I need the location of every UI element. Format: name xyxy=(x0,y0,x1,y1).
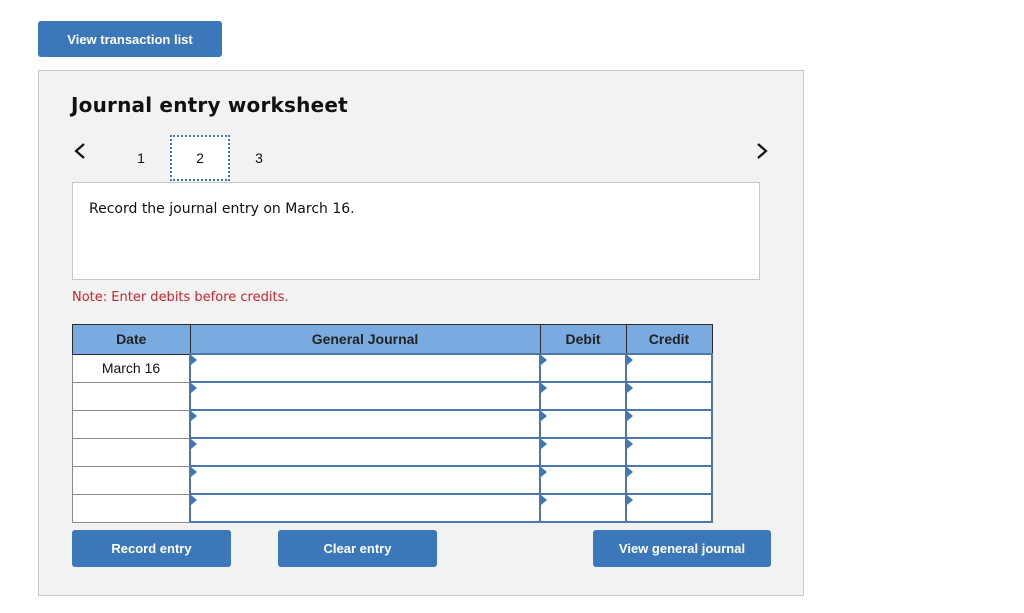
table-row xyxy=(72,409,713,439)
account-input[interactable] xyxy=(191,467,539,493)
debit-input-cell[interactable] xyxy=(539,381,627,411)
credit-input-cell[interactable] xyxy=(625,437,713,467)
table-row xyxy=(72,381,713,411)
debit-input-cell[interactable] xyxy=(539,465,627,495)
credit-input[interactable] xyxy=(627,355,711,381)
worksheet-title: Journal entry worksheet xyxy=(71,93,348,117)
dropdown-marker-icon xyxy=(191,495,197,505)
journal-table: Date General Journal Debit Credit March … xyxy=(72,324,713,523)
date-cell xyxy=(72,381,191,411)
credit-input[interactable] xyxy=(627,383,711,409)
header-general-journal: General Journal xyxy=(189,324,541,355)
page-tab-3[interactable]: 3 xyxy=(229,135,289,181)
account-input[interactable] xyxy=(191,355,539,381)
debit-input[interactable] xyxy=(541,355,625,381)
credit-input[interactable] xyxy=(627,439,711,465)
debit-input[interactable] xyxy=(541,411,625,437)
account-input[interactable] xyxy=(191,439,539,465)
account-input[interactable] xyxy=(191,383,539,409)
instruction-text: Record the journal entry on March 16. xyxy=(89,201,355,217)
dropdown-marker-icon xyxy=(627,439,633,449)
debit-input-cell[interactable] xyxy=(539,437,627,467)
date-cell xyxy=(72,437,191,467)
debit-input-cell[interactable] xyxy=(539,353,627,383)
page-tab-1[interactable]: 1 xyxy=(111,135,171,181)
debit-input[interactable] xyxy=(541,467,625,493)
journal-entry-worksheet-panel: Journal entry worksheet 1 2 3 Record the… xyxy=(38,70,804,596)
chevron-left-icon[interactable] xyxy=(73,141,87,161)
account-input-cell[interactable] xyxy=(189,381,541,411)
date-cell xyxy=(72,493,191,523)
dropdown-marker-icon xyxy=(541,495,547,505)
account-input-cell[interactable] xyxy=(189,437,541,467)
table-header-row: Date General Journal Debit Credit xyxy=(72,324,713,355)
dropdown-marker-icon xyxy=(191,467,197,477)
dropdown-marker-icon xyxy=(627,411,633,421)
table-row xyxy=(72,493,713,523)
dropdown-marker-icon xyxy=(541,467,547,477)
account-input[interactable] xyxy=(191,495,539,521)
table-row: March 16 xyxy=(72,353,713,383)
record-entry-button[interactable]: Record entry xyxy=(72,530,231,567)
dropdown-marker-icon xyxy=(627,467,633,477)
credit-input[interactable] xyxy=(627,411,711,437)
instruction-box: Record the journal entry on March 16. xyxy=(72,182,760,280)
page-tab-2[interactable]: 2 xyxy=(170,135,230,181)
account-input-cell[interactable] xyxy=(189,493,541,523)
date-cell xyxy=(72,465,191,495)
header-credit: Credit xyxy=(625,324,713,355)
dropdown-marker-icon xyxy=(191,383,197,393)
chevron-right-icon[interactable] xyxy=(755,141,769,161)
dropdown-marker-icon xyxy=(541,355,547,365)
view-general-journal-button[interactable]: View general journal xyxy=(593,530,771,567)
debit-input-cell[interactable] xyxy=(539,409,627,439)
credit-input[interactable] xyxy=(627,467,711,493)
account-input-cell[interactable] xyxy=(189,353,541,383)
view-transaction-list-button[interactable]: View transaction list xyxy=(38,21,222,57)
debit-input[interactable] xyxy=(541,439,625,465)
dropdown-marker-icon xyxy=(191,439,197,449)
debit-input[interactable] xyxy=(541,383,625,409)
credit-input[interactable] xyxy=(627,495,711,521)
account-input-cell[interactable] xyxy=(189,409,541,439)
account-input-cell[interactable] xyxy=(189,465,541,495)
dropdown-marker-icon xyxy=(627,383,633,393)
dropdown-marker-icon xyxy=(627,495,633,505)
dropdown-marker-icon xyxy=(541,383,547,393)
credit-input-cell[interactable] xyxy=(625,409,713,439)
dropdown-marker-icon xyxy=(541,411,547,421)
dropdown-marker-icon xyxy=(627,355,633,365)
header-date: Date xyxy=(72,324,191,355)
debit-input[interactable] xyxy=(541,495,625,521)
credit-input-cell[interactable] xyxy=(625,493,713,523)
dropdown-marker-icon xyxy=(191,411,197,421)
clear-entry-button[interactable]: Clear entry xyxy=(278,530,437,567)
credit-input-cell[interactable] xyxy=(625,465,713,495)
account-input[interactable] xyxy=(191,411,539,437)
date-cell: March 16 xyxy=(72,353,191,383)
credit-input-cell[interactable] xyxy=(625,353,713,383)
debit-input-cell[interactable] xyxy=(539,493,627,523)
date-cell xyxy=(72,409,191,439)
credit-input-cell[interactable] xyxy=(625,381,713,411)
dropdown-marker-icon xyxy=(541,439,547,449)
table-row xyxy=(72,437,713,467)
header-debit: Debit xyxy=(539,324,627,355)
note-text: Note: Enter debits before credits. xyxy=(72,290,289,305)
table-row xyxy=(72,465,713,495)
dropdown-marker-icon xyxy=(191,355,197,365)
